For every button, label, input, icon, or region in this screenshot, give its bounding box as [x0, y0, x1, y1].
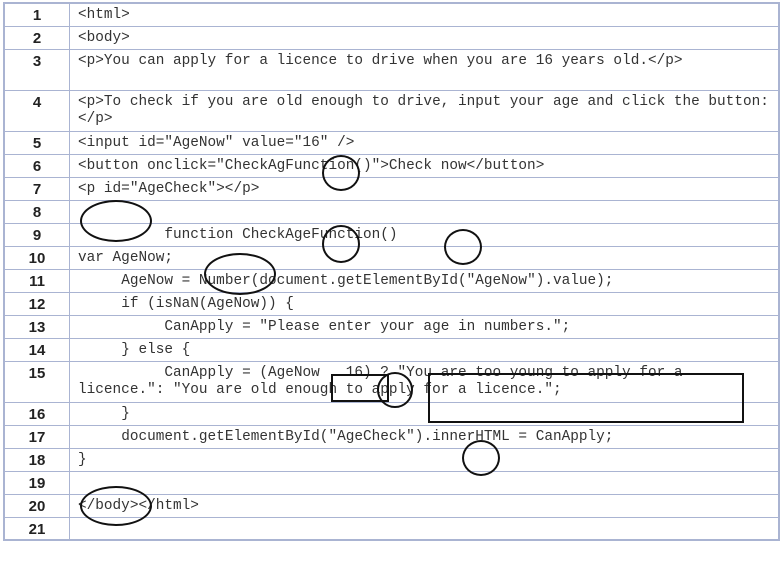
code-line: 8: [4, 200, 779, 224]
line-code: CanApply = "Please enter your age in num…: [69, 314, 779, 339]
line-code: <p>You can apply for a licence to drive …: [69, 49, 779, 91]
line-code: AgeNow = Number(document.getElementById(…: [69, 268, 779, 293]
code-line: 16 }: [4, 401, 779, 426]
line-number: 2: [4, 26, 70, 50]
line-number: 19: [4, 470, 70, 495]
code-line: 15 CanApply = (AgeNow 16) ? "You are too…: [4, 360, 779, 403]
code-line: 6 <button onclick="CheckAgFunction()">Che…: [4, 154, 779, 178]
line-number: 12: [4, 291, 70, 316]
line-code: <input id="AgeNow" value="16" />: [69, 131, 779, 155]
code-line: 19: [4, 470, 779, 495]
line-code: <body>: [69, 26, 779, 50]
line-number: 1: [4, 3, 70, 27]
code-line: 10 var AgeNow;: [4, 245, 779, 270]
line-code: if (isNaN(AgeNow)) {: [69, 291, 779, 316]
code-line: 9 function CheckAgeFunction(): [4, 222, 779, 247]
line-number: 7: [4, 177, 70, 201]
line-number: 18: [4, 447, 70, 472]
line-number: 13: [4, 314, 70, 339]
code-line: 7 <p id="AgeCheck"></p>: [4, 177, 779, 201]
code-line: 4 <p>To check if you are old enough to dr…: [4, 90, 779, 132]
line-number: 5: [4, 131, 70, 155]
line-number: 10: [4, 245, 70, 270]
line-code: }: [69, 447, 779, 472]
line-number: 9: [4, 222, 70, 247]
line-number: 11: [4, 268, 70, 293]
line-code: [69, 516, 779, 541]
code-line: 18}: [4, 447, 779, 472]
line-code: <p>To check if you are old enough to dri…: [69, 90, 779, 132]
line-code: CanApply = (AgeNow 16) ? "You are too yo…: [69, 360, 779, 403]
line-number: 4: [4, 90, 70, 132]
code-line: 13 CanApply = "Please enter your age in …: [4, 314, 779, 339]
line-number: 3: [4, 49, 70, 91]
code-line: 14 } else {: [4, 337, 779, 362]
line-code: function CheckAgeFunction(): [69, 222, 779, 247]
line-number: 21: [4, 516, 70, 541]
code-line: 3 <p>You can apply for a licence to drive…: [4, 49, 779, 91]
code-line: 21: [4, 516, 779, 541]
line-number: 14: [4, 337, 70, 362]
code-line: 11 AgeNow = Number(document.getElementBy…: [4, 268, 779, 293]
line-code: [69, 200, 779, 224]
code-line: 1 <html>: [4, 3, 779, 27]
line-code: <html>: [69, 3, 779, 27]
line-number: 6: [4, 154, 70, 178]
code-rows: 1 <html> 2 <body> 3 <p>You can apply for a …: [4, 3, 779, 541]
line-code: </body></html>: [69, 493, 779, 518]
code-listing-table: 1 <html> 2 <body> 3 <p>You can apply for a …: [4, 3, 779, 541]
line-code: var AgeNow;: [69, 245, 779, 270]
code-listing-table-wrapper: 1 <html> 2 <body> 3 <p>You can apply for a …: [3, 2, 780, 542]
line-number: 8: [4, 200, 70, 224]
code-line: 17 document.getElementById("AgeCheck").i…: [4, 424, 779, 449]
code-line: 2 <body>: [4, 26, 779, 50]
code-line: 12 if (isNaN(AgeNow)) {: [4, 291, 779, 316]
code-line: 20 </body></html>: [4, 493, 779, 518]
line-number: 16: [4, 401, 70, 426]
line-number: 17: [4, 424, 70, 449]
line-number: 15: [4, 360, 70, 403]
line-code: <button onclick="CheckAgFunction()">Chec…: [69, 154, 779, 178]
line-code: document.getElementById("AgeCheck").inne…: [69, 424, 779, 449]
line-number: 20: [4, 493, 70, 518]
line-code: } else {: [69, 337, 779, 362]
line-code: [69, 470, 779, 495]
line-code: }: [69, 401, 779, 426]
code-line: 5 <input id="AgeNow" value="16" />: [4, 131, 779, 155]
line-code: <p id="AgeCheck"></p>: [69, 177, 779, 201]
